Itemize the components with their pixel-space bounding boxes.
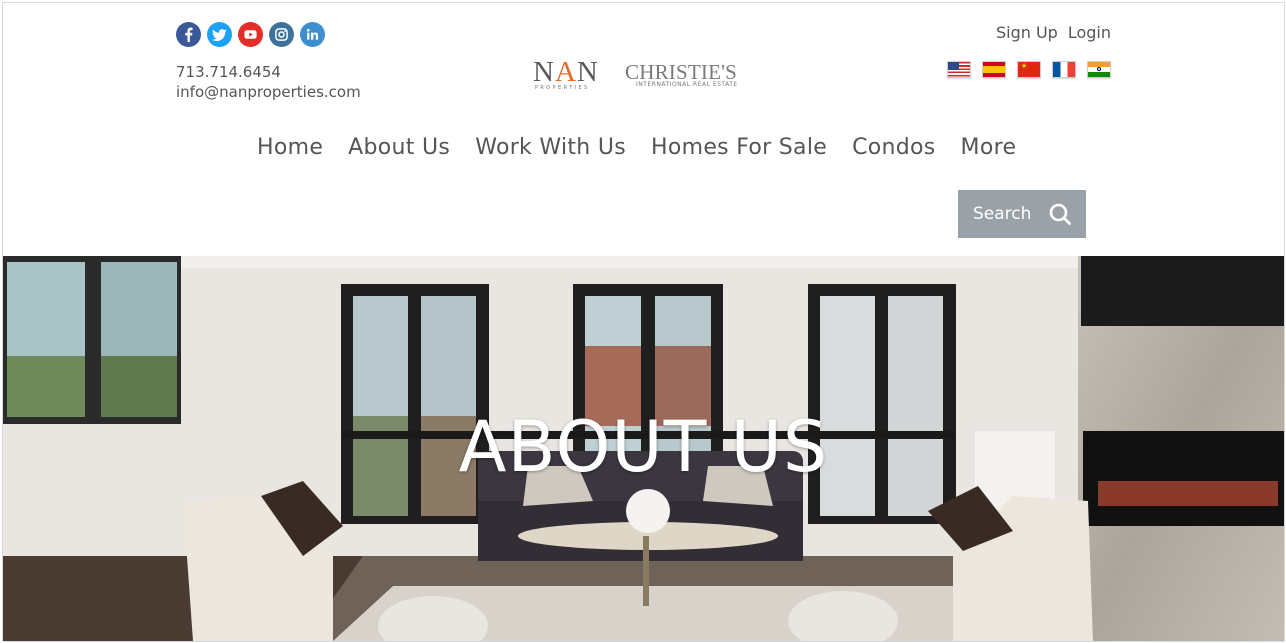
page-frame: 713.714.6454 info@nanproperties.com NAN …	[2, 2, 1285, 642]
login-link[interactable]: Login	[1068, 23, 1111, 42]
nan-logo-text: NAN	[533, 56, 599, 88]
auth-links: Sign Up Login	[996, 23, 1111, 42]
email-address[interactable]: info@nanproperties.com	[176, 82, 361, 102]
us-flag-icon[interactable]	[947, 61, 971, 78]
france-flag-icon[interactable]	[1052, 61, 1076, 78]
christies-logo-subtitle: INTERNATIONAL REAL ESTATE	[636, 81, 738, 88]
search-icon	[1049, 203, 1071, 225]
instagram-icon[interactable]	[269, 22, 294, 47]
brand-logo[interactable]: NAN PROPERTIES CHRISTIE'S INTERNATIONAL …	[533, 57, 763, 97]
india-flag-icon[interactable]	[1087, 61, 1111, 78]
nav-item-work-with-us[interactable]: Work With Us	[475, 135, 626, 160]
nav-item-more[interactable]: More	[961, 135, 1017, 160]
twitter-icon[interactable]	[207, 22, 232, 47]
youtube-icon[interactable]	[238, 22, 263, 47]
contact-info: 713.714.6454 info@nanproperties.com	[176, 62, 361, 102]
sign-up-link[interactable]: Sign Up	[996, 23, 1058, 42]
linkedin-icon[interactable]	[300, 22, 325, 47]
phone-number[interactable]: 713.714.6454	[176, 62, 361, 82]
nav-item-about-us[interactable]: About Us	[348, 135, 450, 160]
spain-flag-icon[interactable]	[982, 61, 1006, 78]
language-flags: ★	[947, 61, 1111, 78]
nav-item-home[interactable]: Home	[257, 135, 323, 160]
main-nav: Home About Us Work With Us Homes For Sal…	[257, 135, 1016, 160]
facebook-icon[interactable]	[176, 22, 201, 47]
search-button-label: Search	[973, 204, 1032, 224]
hero-title: ABOUT US	[458, 406, 829, 488]
nav-item-homes-for-sale[interactable]: Homes For Sale	[651, 135, 827, 160]
hero-banner: ABOUT US	[3, 256, 1284, 641]
social-icons	[176, 22, 325, 47]
nav-item-condos[interactable]: Condos	[852, 135, 935, 160]
china-flag-icon[interactable]: ★	[1017, 61, 1041, 78]
nan-logo-subtitle: PROPERTIES	[535, 85, 590, 91]
search-button[interactable]: Search	[958, 190, 1086, 238]
